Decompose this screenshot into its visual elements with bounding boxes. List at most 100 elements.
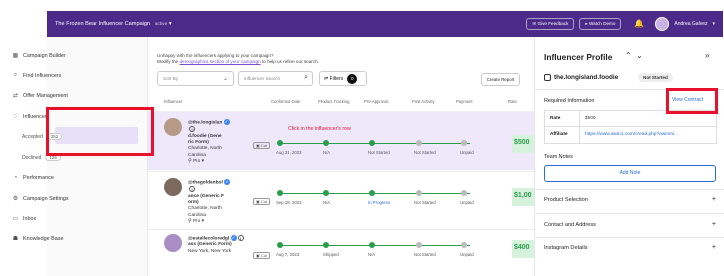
section-product-selection[interactable]: Product Selection + [544,196,716,203]
content-tag: ▣ Cut [253,198,271,205]
col-influencer: Influencer [164,99,183,104]
chevron-down-icon[interactable]: ▾ [712,21,715,27]
chevron-up-icon[interactable]: ⌃ [625,51,632,60]
watch-demo-button[interactable]: ▸ Watch Demo [579,18,622,30]
step-dot [323,190,329,196]
table-row[interactable]: @estellecoloredgl ✓ i ass (Generic Form) … [148,229,534,276]
progress-line [280,143,470,144]
post-activity-status: Not Started [414,252,436,257]
step-dot [277,140,283,146]
gear-icon: ⚙ [12,196,19,202]
sidebar-item-campaign-builder[interactable]: ▦ Campaign Builder [12,52,66,60]
campaign-selector[interactable]: The Frozen Bear Influencer Campaign acti… [55,21,172,27]
rate-value: $500 [585,116,596,121]
table-row[interactable]: @the.longislan ✓i d.foodie (Gene ric For… [148,111,534,170]
collapse-panel-icon[interactable]: » [705,51,709,60]
search-icon: ⌕ [304,74,308,81]
step-dot [461,190,467,196]
progress-line [280,245,470,246]
step-dot [416,140,422,146]
pre-approval-status: Not Started [368,150,390,155]
create-report-button[interactable]: Create Report [481,73,520,86]
post-activity-status: Not Started [414,150,436,155]
verified-icon: ✓ [230,235,237,241]
sidebar-item-offer-management[interactable]: ⇄ Offer Management [12,92,68,100]
main-content: Unhappy with the influencers applying to… [148,37,534,276]
section-contact-address[interactable]: Contact and Address + [544,221,716,228]
give-feedback-button[interactable]: ✉ Give Feedback [526,18,575,30]
filters-count: 0 [347,73,358,84]
chevron-down-icon[interactable]: ⌄ [636,51,643,60]
product-tracking: Shipped [323,252,339,257]
add-note-button[interactable]: Add Note [544,165,716,182]
required-info-table: Rate $500 Affiliate https://www.awin1.com/… [544,110,717,144]
heart-icon: ♡ [12,114,19,120]
avatar[interactable] [655,17,670,31]
section-instagram-details[interactable]: Instagram Details + [544,244,716,251]
pre-approval-status: In Progress [368,200,390,205]
payment-status: Unpaid [460,252,474,257]
app-window: The Frozen Bear Influencer Campaign acti… [0,0,724,276]
filters-button[interactable]: ⇌ Filters 0 [319,71,367,86]
demographics-link[interactable]: demographics section of your campaign [179,59,260,64]
bell-icon[interactable]: 🔔 [633,18,645,30]
instagram-icon [544,74,551,81]
chevron-down-icon: ▾ [201,158,205,164]
rate-label: Rate [545,111,580,126]
col-post-activity: Post Activity [412,99,435,104]
search-icon: ⌕ [13,72,18,78]
campaign-name: The Frozen Bear Influencer Campaign [55,21,151,27]
sidebar-item-knowledge-base[interactable]: ☗ Knowledge Base [12,235,64,243]
chevron-down-icon: ▾ [201,218,205,224]
demographics-hint: Unhappy with the influencers applying to… [157,53,319,64]
step-dot [277,242,283,248]
table-row[interactable]: @thegoldenbol ✓i ance (Generic F orm) Ch… [148,171,534,228]
profile-handle[interactable]: the.longisland.foodie [544,74,618,81]
status-badge: Not Started [638,73,673,82]
confirmed-date: Aug 31, 2023 [276,150,302,155]
rate-value: $400 [512,240,534,258]
affiliate-link[interactable]: https://www.awin1.com/cread.php?awinmi..… [580,127,683,143]
inbox-icon: ▭ [12,216,19,222]
influencer-search-input[interactable]: Influencer Search ⌕ [238,71,313,86]
influencer-name[interactable]: @thegoldenbol ✓i ance (Generic F orm) Ch… [188,179,236,225]
sort-by-select[interactable]: Sort By ⌄ [157,71,234,86]
verified-icon: ✓ [223,119,230,125]
plus-icon: + [711,196,716,203]
step-dot [461,140,467,146]
step-dot [369,140,375,146]
sidebar-item-campaign-settings[interactable]: ⚙ Campaign Settings [12,195,69,203]
chevron-down-icon: ⌄ [222,76,228,82]
confirmed-date: Sep 18, 2023 [276,200,302,205]
influencer-name[interactable]: @the.longislan ✓i d.foodie (Gene ric For… [188,119,236,165]
content-tag: ▣ Cut [253,252,271,259]
col-product-tracking: Product Tracking [318,99,350,104]
sidebar-item-find-influencers[interactable]: ⌕ Find Influencers [12,72,62,79]
divider [535,237,724,238]
info-icon: i [237,235,244,241]
step-dot [369,190,375,196]
chevron-down-icon: ▾ [168,21,172,27]
sidebar-item-inbox[interactable]: ▭ Inbox [12,215,37,223]
progress-line [280,193,470,194]
divider [535,213,724,214]
click-hint: Click in the influencer's row [288,126,351,132]
top-bar: The Frozen Bear Influencer Campaign acti… [47,11,723,37]
influencer-profile-panel: Influencer Profile ⌃ ⌄ » the.longisland.… [534,37,724,276]
panel-nav: ⌃ ⌄ [625,51,643,60]
rate-value: $1,00 [512,188,534,206]
step-dot [323,140,329,146]
sidebar-item-performance[interactable]: ◔ Performance [12,175,54,181]
table-header: Influencer Confirmed Date Product Tracki… [148,97,534,107]
required-info-heading: Required Information [544,98,595,104]
confirmed-date: Aug 7, 2023 [276,252,300,257]
avatar [164,234,182,252]
step-dot [277,190,283,196]
col-pre-approval: Pre-Approval [364,99,389,104]
info-icon: i [189,186,195,193]
product-tracking: N/A [323,150,331,155]
step-dot [416,242,422,248]
user-name: Andrea Galvez [674,21,708,27]
influencer-name[interactable]: @estellecoloredgl ✓ i ass (Generic Form) … [188,235,246,255]
sidebar-item-influencers[interactable]: ♡ Influencers [12,113,50,121]
